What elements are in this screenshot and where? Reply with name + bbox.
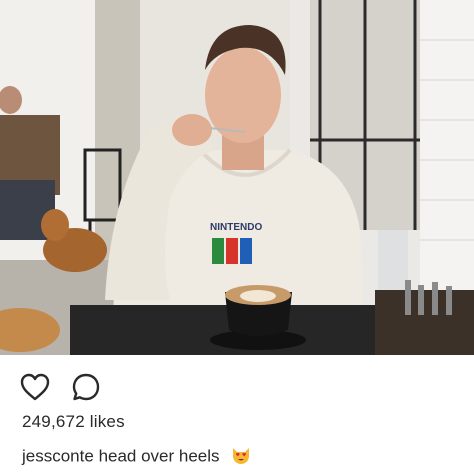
- likes-count[interactable]: 249,672 likes: [22, 412, 125, 432]
- shirt-logo-text: NINTENDO: [210, 222, 262, 233]
- comment-button[interactable]: [70, 371, 102, 403]
- heart-eyes-cat-emoji: [233, 448, 250, 464]
- caption-username[interactable]: jessconte: [22, 446, 94, 465]
- heart-outline-icon: [20, 373, 50, 401]
- post-photo[interactable]: NINTENDO: [0, 0, 474, 355]
- like-button[interactable]: [19, 371, 51, 403]
- post-caption: jessconte head over heels: [22, 446, 252, 468]
- photo-illustration: NINTENDO: [0, 0, 474, 355]
- comment-bubble-icon: [72, 373, 100, 401]
- post-actions: [0, 355, 474, 417]
- caption-text: head over heels: [98, 446, 220, 466]
